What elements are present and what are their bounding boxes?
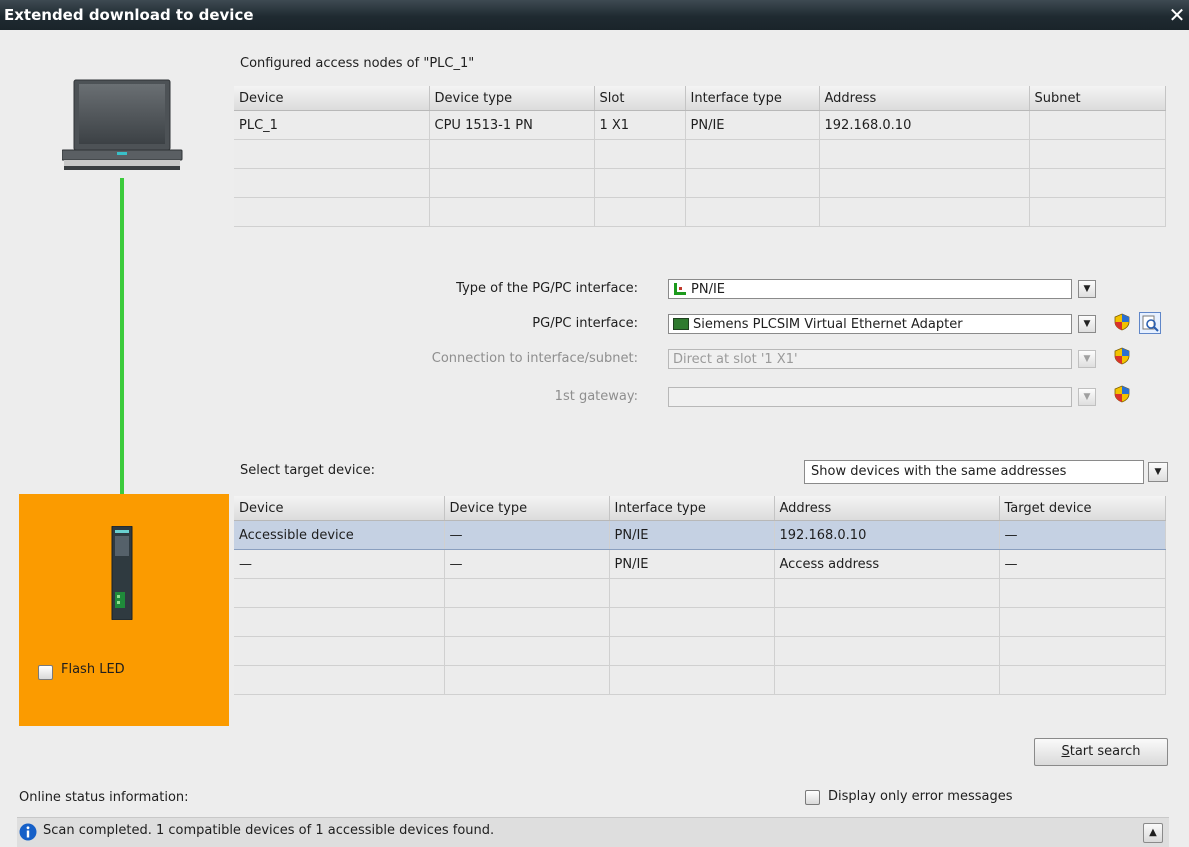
cell-device-type: CPU 1513-1 PN bbox=[429, 110, 595, 140]
chevron-up-icon[interactable]: ▲ bbox=[1143, 823, 1163, 843]
table-row bbox=[234, 665, 1166, 695]
error-only-label: Display only error messages bbox=[828, 789, 1013, 804]
title-bar: Extended download to device ✕ bbox=[0, 0, 1189, 30]
pnie-network-icon bbox=[674, 282, 686, 295]
select-target-label: Select target device: bbox=[240, 463, 375, 478]
table-row bbox=[234, 578, 1166, 608]
shield-icon[interactable] bbox=[1113, 385, 1131, 403]
table-row bbox=[234, 197, 1166, 227]
info-icon bbox=[19, 823, 37, 841]
cell-target-device: — bbox=[999, 549, 1166, 579]
table-row bbox=[234, 607, 1166, 637]
cell-target-device: — bbox=[999, 520, 1166, 550]
network-link-line bbox=[120, 178, 124, 522]
pgpc-type-label: Type of the PG/PC interface: bbox=[456, 281, 638, 296]
target-filter-select[interactable]: Show devices with the same addresses bbox=[804, 460, 1144, 484]
cell-address: 192.168.0.10 bbox=[819, 110, 1030, 140]
cell-device-type: — bbox=[444, 549, 610, 579]
start-search-button[interactable]: Start search bbox=[1034, 738, 1168, 766]
column-header-address[interactable]: Address bbox=[774, 496, 1000, 521]
plc-device-icon bbox=[111, 526, 133, 620]
shield-icon[interactable] bbox=[1113, 347, 1131, 365]
flash-led-checkbox[interactable] bbox=[38, 665, 53, 680]
cell-interface-type: PN/IE bbox=[685, 110, 820, 140]
cell-interface-type: PN/IE bbox=[609, 549, 775, 579]
cell-device-type: — bbox=[444, 520, 610, 550]
flash-led-label: Flash LED bbox=[61, 662, 125, 677]
status-message-bar: Scan completed. 1 compatible devices of … bbox=[17, 817, 1169, 847]
column-header-address[interactable]: Address bbox=[819, 86, 1030, 111]
column-header-device[interactable]: Device bbox=[234, 86, 430, 111]
table-row bbox=[234, 139, 1166, 169]
gateway-select[interactable] bbox=[668, 387, 1072, 407]
table-row bbox=[234, 168, 1166, 198]
target-devices-table: Device Device type Interface type Addres… bbox=[234, 496, 1166, 695]
column-header-device-type[interactable]: Device type bbox=[429, 86, 595, 111]
table-row-selected[interactable]: Accessible device — PN/IE 192.168.0.10 — bbox=[234, 520, 1166, 550]
column-header-device-type[interactable]: Device type bbox=[444, 496, 610, 521]
gateway-label: 1st gateway: bbox=[554, 389, 638, 404]
column-header-interface-type[interactable]: Interface type bbox=[685, 86, 820, 111]
status-message: Scan completed. 1 compatible devices of … bbox=[43, 823, 495, 838]
cell-device: PLC_1 bbox=[234, 110, 430, 140]
configured-nodes-table: Device Device type Slot Interface type A… bbox=[234, 86, 1166, 227]
table-header-row: Device Device type Interface type Addres… bbox=[234, 496, 1166, 521]
cell-interface-type: PN/IE bbox=[609, 520, 775, 550]
table-row[interactable]: — — PN/IE Access address — bbox=[234, 549, 1166, 579]
close-icon[interactable]: ✕ bbox=[1165, 2, 1189, 28]
cell-address: 192.168.0.10 bbox=[774, 520, 1000, 550]
cell-device: Accessible device bbox=[234, 520, 445, 550]
network-adapter-icon bbox=[673, 317, 689, 330]
window-title: Extended download to device bbox=[4, 6, 254, 24]
column-header-interface-type[interactable]: Interface type bbox=[609, 496, 775, 521]
target-filter-dropdown-button[interactable]: ▼ bbox=[1148, 462, 1168, 482]
error-only-checkbox[interactable] bbox=[805, 790, 820, 805]
target-device-panel: Flash LED bbox=[19, 494, 229, 726]
cell-address: Access address bbox=[774, 549, 1000, 579]
table-row[interactable]: PLC_1 CPU 1513-1 PN 1 X1 PN/IE 192.168.0… bbox=[234, 110, 1166, 140]
column-header-slot[interactable]: Slot bbox=[594, 86, 686, 111]
column-header-target-device[interactable]: Target device bbox=[999, 496, 1166, 521]
configured-nodes-label: Configured access nodes of "PLC_1" bbox=[240, 56, 475, 71]
cell-slot: 1 X1 bbox=[594, 110, 686, 140]
connection-subnet-dropdown-button[interactable]: ▼ bbox=[1078, 350, 1096, 368]
table-row bbox=[234, 636, 1166, 666]
pgpc-interface-select[interactable]: Siemens PLCSIM Virtual Ethernet Adapter bbox=[668, 314, 1072, 334]
pgpc-interface-dropdown-button[interactable]: ▼ bbox=[1078, 315, 1096, 333]
diagnostics-search-icon[interactable] bbox=[1139, 312, 1161, 334]
connection-subnet-label: Connection to interface/subnet: bbox=[431, 351, 638, 366]
shield-icon[interactable] bbox=[1113, 313, 1131, 331]
gateway-dropdown-button[interactable]: ▼ bbox=[1078, 388, 1096, 406]
pgpc-type-select[interactable]: PN/IE bbox=[668, 279, 1072, 299]
connection-subnet-select[interactable]: Direct at slot '1 X1' bbox=[668, 349, 1072, 369]
column-header-device[interactable]: Device bbox=[234, 496, 445, 521]
online-status-label: Online status information: bbox=[19, 790, 189, 805]
cell-device: — bbox=[234, 549, 445, 579]
laptop-icon bbox=[62, 79, 183, 170]
pgpc-type-dropdown-button[interactable]: ▼ bbox=[1078, 280, 1096, 298]
column-header-subnet[interactable]: Subnet bbox=[1029, 86, 1166, 111]
cell-subnet bbox=[1029, 110, 1166, 140]
table-header-row: Device Device type Slot Interface type A… bbox=[234, 86, 1166, 111]
pgpc-interface-label: PG/PC interface: bbox=[532, 316, 638, 331]
